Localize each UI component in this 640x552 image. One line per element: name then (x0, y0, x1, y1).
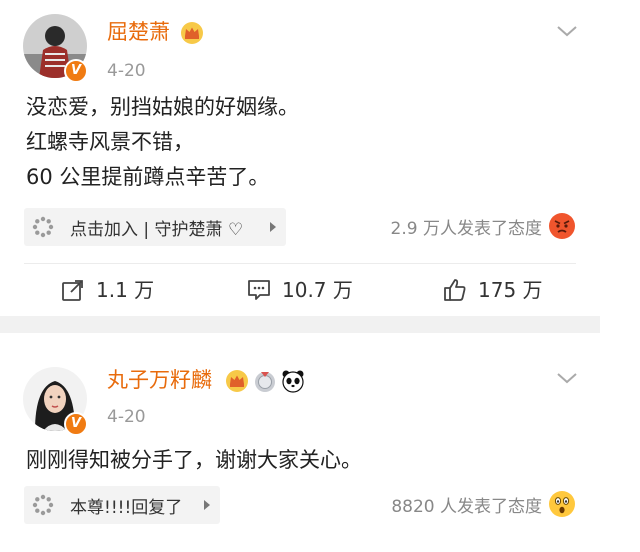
comment-icon (248, 280, 270, 300)
panda-badge-icon[interactable] (281, 369, 305, 393)
author-name[interactable]: 屈楚萧 (107, 18, 170, 46)
thumbs-up-icon (444, 279, 466, 301)
comment-count: 10.7 万 (282, 278, 353, 302)
medal-badge-icon[interactable] (253, 369, 277, 393)
caret-right-icon (204, 500, 210, 510)
topic-tag[interactable]: 点击加入 | 守护楚萧 ♡ (24, 208, 286, 246)
content-line: 没恋爱，别挡姑娘的好姻缘。 (26, 95, 299, 119)
comment-button[interactable]: 10.7 万 (246, 276, 353, 304)
badge-group (225, 369, 305, 393)
content-line: 60 公里提前蹲点辛苦了。 (26, 165, 270, 189)
topic-tag-label: 本尊!!!!回复了 (70, 497, 183, 518)
verified-badge-icon: V (64, 59, 88, 83)
chevron-down-icon[interactable] (556, 24, 578, 38)
topic-tag[interactable]: 本尊!!!!回复了 (24, 486, 220, 524)
caret-right-icon (270, 222, 276, 232)
chevron-down-icon[interactable] (556, 371, 578, 385)
content-line: 红螺寺风景不错， (26, 130, 194, 154)
post-content: 刚刚得知被分手了，谢谢大家关心。 (26, 443, 362, 478)
angry-face-icon (549, 213, 575, 239)
badge-group (180, 21, 204, 45)
repost-button[interactable]: 1.1 万 (60, 276, 154, 304)
post-date: 4-20 (107, 61, 146, 81)
reaction-summary[interactable]: 8820 人发表了态度 (391, 490, 576, 518)
like-count: 175 万 (478, 278, 543, 302)
weibo-post: V 丸子万籽麟 4-20 刚刚得知被分手了，谢谢大家关心。 本尊!!!!回复了 … (0, 333, 600, 552)
weibo-post: V 屈楚萧 4-20 没恋爱，别挡姑娘的好姻缘。 红螺寺风景不错， 60 公里提… (0, 0, 600, 316)
post-date: 4-20 (107, 407, 146, 427)
like-button[interactable]: 175 万 (442, 276, 543, 304)
reaction-summary[interactable]: 2.9 万人发表了态度 (391, 212, 576, 240)
content-line: 刚刚得知被分手了，谢谢大家关心。 (26, 448, 362, 472)
verified-badge-icon: V (64, 412, 88, 436)
post-content: 没恋爱，别挡姑娘的好姻缘。 红螺寺风景不错， 60 公里提前蹲点辛苦了。 (26, 90, 299, 195)
repost-count: 1.1 万 (96, 278, 155, 302)
topic-tag-label: 点击加入 | 守护楚萧 ♡ (70, 219, 244, 240)
crown-badge-icon[interactable] (225, 369, 249, 393)
loading-dots-icon (32, 216, 54, 238)
author-name[interactable]: 丸子万籽麟 (107, 366, 212, 394)
action-bar: 1.1 万 10.7 万 175 万 (0, 264, 600, 316)
repost-icon (62, 280, 83, 301)
crown-badge-icon[interactable] (180, 21, 204, 45)
surprised-face-icon (549, 491, 575, 517)
reaction-count: 2.9 万人发表了态度 (390, 218, 542, 239)
loading-dots-icon (32, 494, 54, 516)
post-separator (0, 316, 600, 333)
reaction-count: 8820 人发表了态度 (391, 496, 542, 517)
